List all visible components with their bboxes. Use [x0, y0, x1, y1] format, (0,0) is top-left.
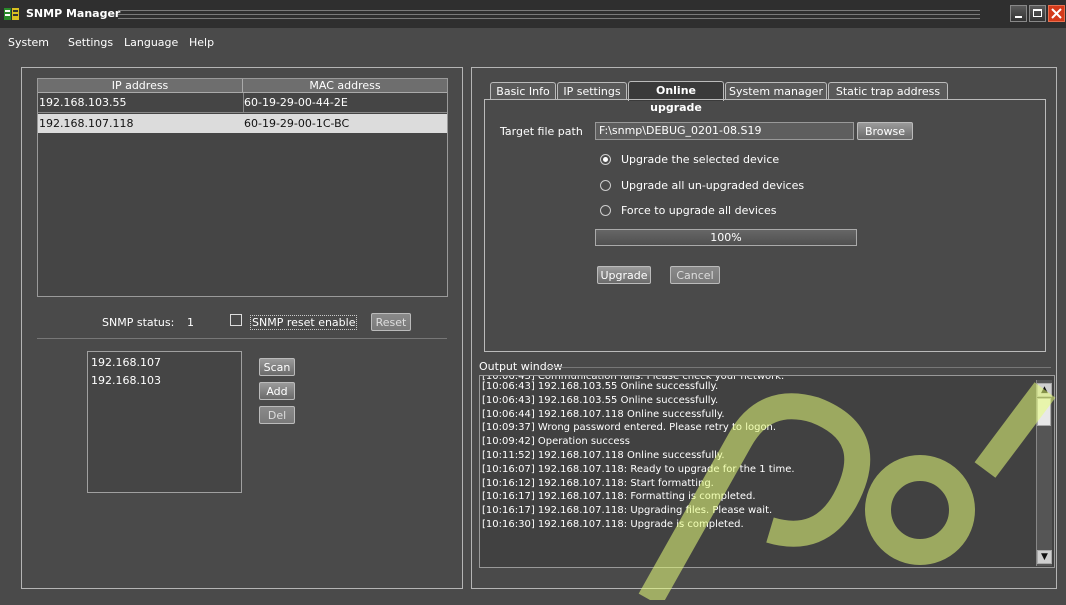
title-line	[118, 14, 980, 15]
add-button[interactable]: Add	[259, 382, 295, 400]
close-icon	[1051, 8, 1062, 19]
upgrade-progress-bar: 100%	[595, 229, 857, 246]
maximize-button[interactable]	[1029, 5, 1046, 22]
tab-static-trap-address[interactable]: Static trap address	[828, 82, 948, 100]
option-label[interactable]: Upgrade the selected device	[621, 153, 779, 166]
log-line: [10:09:37] Wrong password entered. Pleas…	[482, 422, 777, 434]
column-divider	[243, 93, 244, 113]
window-title: SNMP Manager	[26, 7, 121, 20]
log-line: [10:16:07] 192.168.107.118: Ready to upg…	[482, 463, 795, 475]
list-item[interactable]: 192.168.107	[91, 356, 161, 369]
target-file-path-input[interactable]: F:\snmp\DEBUG_0201-08.S19	[595, 122, 854, 140]
scroll-down-icon[interactable]: ▼	[1037, 550, 1052, 564]
reset-button[interactable]: Reset	[371, 313, 411, 331]
table-row[interactable]: 192.168.107.118 60-19-29-00-1C-BC	[38, 114, 447, 133]
tab-basic-info[interactable]: Basic Info	[490, 82, 556, 100]
title-bar: SNMP Manager	[0, 0, 1066, 28]
mac-cell: 60-19-29-00-44-2E	[244, 96, 348, 109]
tab-system-manager[interactable]: System manager	[725, 82, 827, 100]
app-icon	[4, 8, 19, 20]
radio-force-upgrade[interactable]	[600, 205, 611, 216]
column-header-ip[interactable]: IP address	[38, 79, 243, 93]
output-window[interactable]: [10:06:43] Communication fails. Please c…	[479, 375, 1055, 568]
option-label[interactable]: Upgrade all un-upgraded devices	[621, 179, 804, 192]
ip-cell: 192.168.103.55	[39, 96, 127, 109]
snmp-reset-enable-label[interactable]: SNMP reset enable	[250, 315, 358, 330]
menu-bar: System Settings Language Help	[0, 28, 1066, 54]
close-button[interactable]	[1048, 5, 1065, 22]
menu-help[interactable]: Help	[189, 36, 214, 49]
tab-ip-settings[interactable]: IP settings	[557, 82, 627, 100]
title-line	[118, 18, 980, 19]
log-line: [10:06:43] 192.168.103.55 Online success…	[482, 394, 719, 406]
log-line: [10:06:44] 192.168.107.118 Online succes…	[482, 408, 725, 420]
log-line: [10:16:12] 192.168.107.118: Start format…	[482, 477, 714, 489]
progress-text: 100%	[710, 231, 742, 244]
device-table: IP address MAC address 192.168.103.55 60…	[37, 78, 448, 297]
title-line	[118, 10, 980, 11]
ip-segment-list[interactable]: 192.168.107 192.168.103	[87, 351, 242, 493]
mac-cell: 60-19-29-00-1C-BC	[244, 117, 350, 130]
tab-online-upgrade[interactable]: Online upgrade	[628, 81, 724, 114]
log-line: [10:16:17] 192.168.107.118: Upgrading fi…	[482, 505, 773, 517]
column-header-mac[interactable]: MAC address	[243, 79, 447, 93]
menu-system[interactable]: System	[8, 36, 49, 49]
cancel-button[interactable]: Cancel	[670, 266, 720, 284]
ip-cell: 192.168.107.118	[39, 117, 134, 130]
radio-upgrade-unupgraded[interactable]	[600, 180, 611, 191]
log-line: [10:16:30] 192.168.107.118: Upgrade is c…	[482, 519, 744, 530]
snmp-reset-enable-checkbox[interactable]	[230, 314, 242, 326]
output-scrollbar[interactable]: ▲ ▼	[1036, 380, 1052, 566]
scan-button[interactable]: Scan	[259, 358, 295, 376]
scroll-thumb[interactable]	[1037, 398, 1051, 426]
upgrade-button[interactable]: Upgrade	[597, 266, 651, 284]
radio-upgrade-selected[interactable]	[600, 154, 611, 165]
log-line: [10:11:52] 192.168.107.118 Online succes…	[482, 450, 725, 461]
log-line: [10:16:17] 192.168.107.118: Formatting i…	[482, 491, 756, 503]
menu-settings[interactable]: Settings	[68, 36, 113, 49]
browse-button[interactable]: Browse	[857, 122, 913, 140]
del-button[interactable]: Del	[259, 406, 295, 424]
divider	[37, 338, 447, 339]
option-label[interactable]: Force to upgrade all devices	[621, 204, 776, 217]
log-line: [10:06:43] 192.168.103.55 Online success…	[482, 381, 719, 392]
list-item[interactable]: 192.168.103	[91, 374, 161, 387]
minimize-button[interactable]	[1010, 5, 1027, 22]
scroll-up-icon[interactable]: ▲	[1037, 383, 1052, 397]
snmp-status-value: 1	[187, 316, 194, 329]
snmp-status-label: SNMP status:	[102, 316, 175, 329]
target-file-path-label: Target file path	[500, 125, 583, 138]
menu-language[interactable]: Language	[124, 36, 178, 49]
divider	[546, 367, 1051, 368]
log-line: [10:09:42] Operation success	[482, 436, 630, 448]
